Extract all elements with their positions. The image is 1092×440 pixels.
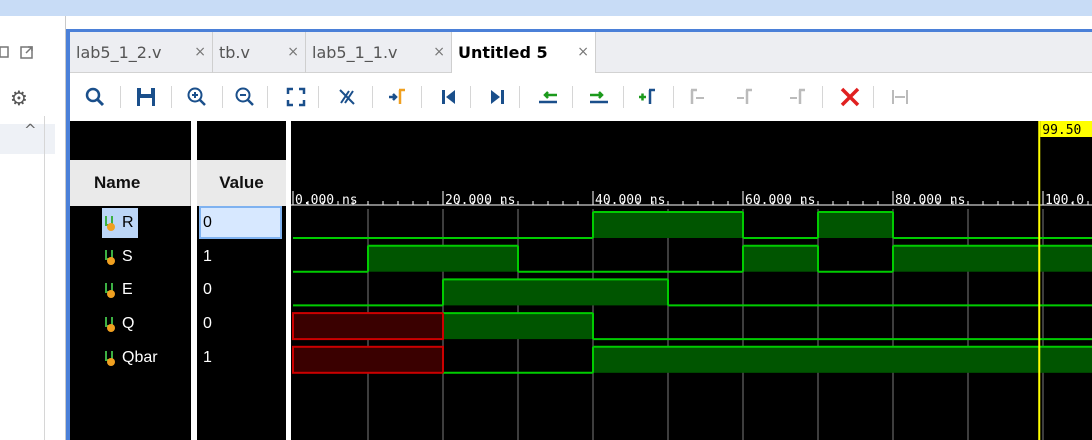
signal-name-label: Q bbox=[122, 315, 135, 333]
ruler-tick-label: 40.000 ns bbox=[595, 193, 665, 208]
swap-cursors-icon[interactable] bbox=[885, 82, 915, 112]
value-column-header[interactable]: Value bbox=[197, 160, 286, 206]
toolbar-separator bbox=[372, 86, 373, 108]
snap-marker-icon[interactable] bbox=[783, 82, 813, 112]
panel-scrollbar[interactable] bbox=[44, 116, 45, 440]
chevron-up-icon[interactable]: ^ bbox=[24, 121, 37, 139]
ruler-tick-label: 60.000 ns bbox=[745, 193, 815, 208]
toolbar-separator bbox=[120, 86, 121, 108]
close-icon[interactable]: × bbox=[287, 32, 299, 73]
signal-value[interactable]: 0 bbox=[203, 208, 212, 238]
toolbar-separator bbox=[318, 86, 319, 108]
panel-window-controls[interactable] bbox=[0, 44, 44, 62]
ruler-tick-label: 80.000 ns bbox=[895, 193, 965, 208]
ruler-tick-label: 100.0 bbox=[1045, 193, 1084, 208]
toolbar-separator bbox=[873, 86, 874, 108]
search-icon[interactable] bbox=[80, 82, 110, 112]
signal-name[interactable]: R bbox=[102, 208, 138, 238]
cursor-time-label: 99.50 bbox=[1042, 123, 1081, 138]
close-icon[interactable]: × bbox=[433, 32, 445, 73]
signal-name[interactable]: S bbox=[104, 242, 133, 272]
waveform-segment-high bbox=[818, 212, 893, 238]
scope-panel: ⚙ ^ bbox=[0, 16, 66, 440]
next-marker-icon[interactable] bbox=[730, 82, 760, 112]
signal-icon bbox=[105, 216, 115, 231]
window-title-strip bbox=[0, 0, 1092, 16]
waveform-segment-high bbox=[743, 245, 818, 272]
waveform-segment-high bbox=[593, 346, 1092, 373]
go-to-time-icon[interactable] bbox=[382, 82, 412, 112]
waveform-segment-high bbox=[443, 313, 593, 340]
waveform-segment-unknown bbox=[292, 345, 444, 374]
waveform-segment-high bbox=[893, 245, 1092, 272]
tab-lab5-1-1[interactable]: lab5_1_1.v × bbox=[306, 32, 452, 73]
add-marker-icon[interactable] bbox=[632, 82, 662, 112]
signal-name-label: S bbox=[122, 247, 133, 265]
tab-untitled-5[interactable]: Untitled 5 × bbox=[452, 32, 596, 73]
editor-tab-bar: lab5_1_2.v × tb.v × lab5_1_1.v × Untitle… bbox=[70, 32, 1092, 73]
signal-icon bbox=[105, 350, 115, 366]
signal-name-label: E bbox=[122, 281, 133, 299]
signal-icon bbox=[105, 283, 115, 299]
signal-name[interactable]: Qbar bbox=[104, 343, 158, 373]
previous-transition-icon[interactable] bbox=[533, 82, 563, 112]
signal-value[interactable]: 0 bbox=[203, 309, 212, 339]
save-icon[interactable] bbox=[131, 82, 161, 112]
waveform-segment-high bbox=[368, 245, 518, 272]
signal-name[interactable]: Q bbox=[104, 309, 134, 339]
toolbar-separator bbox=[673, 86, 674, 108]
toolbar-separator bbox=[470, 86, 471, 108]
zoom-fit-icon[interactable] bbox=[281, 82, 311, 112]
waveform-window: ⚙ ^ lab5_1_2.v × tb.v × lab5_1_1.v × Unt… bbox=[0, 0, 1092, 440]
previous-marker-icon[interactable] bbox=[682, 82, 712, 112]
name-column-header[interactable]: Name bbox=[70, 160, 191, 206]
waveform-segment-unknown bbox=[292, 312, 444, 341]
tab-label: lab5_1_2.v bbox=[76, 43, 162, 62]
close-icon[interactable]: × bbox=[194, 32, 206, 73]
tab-tb[interactable]: tb.v × bbox=[213, 32, 306, 73]
tab-label: Untitled 5 bbox=[458, 43, 548, 62]
signal-value[interactable]: 1 bbox=[203, 343, 212, 373]
toolbar-separator bbox=[421, 86, 422, 108]
zoom-out-icon[interactable] bbox=[230, 82, 260, 112]
signal-value[interactable]: 1 bbox=[203, 242, 212, 272]
toolbar-separator bbox=[267, 86, 268, 108]
cursor-icon[interactable] bbox=[332, 82, 362, 112]
close-icon[interactable]: × bbox=[577, 32, 589, 73]
waveform-toolbar bbox=[70, 74, 1092, 120]
tab-label: tb.v bbox=[219, 43, 250, 62]
waveform-segment-high bbox=[593, 212, 743, 238]
toolbar-separator bbox=[519, 86, 520, 108]
delete-icon[interactable] bbox=[835, 82, 865, 112]
toolbar-separator bbox=[171, 86, 172, 108]
tab-lab5-1-2[interactable]: lab5_1_2.v × bbox=[70, 32, 213, 73]
signal-name-label: Qbar bbox=[122, 348, 158, 366]
toolbar-separator bbox=[623, 86, 624, 108]
toolbar-separator bbox=[572, 86, 573, 108]
signal-name[interactable]: E bbox=[104, 275, 133, 305]
gear-icon[interactable]: ⚙ bbox=[10, 86, 28, 110]
ruler-tick-label: 0.000 ns bbox=[295, 193, 358, 208]
waveform-segment-high bbox=[443, 279, 668, 306]
go-to-start-icon[interactable] bbox=[434, 82, 464, 112]
signal-icon bbox=[105, 249, 115, 265]
signal-value[interactable]: 0 bbox=[203, 275, 212, 305]
zoom-in-icon[interactable] bbox=[182, 82, 212, 112]
toolbar-separator bbox=[822, 86, 823, 108]
signal-name-label: R bbox=[122, 214, 134, 231]
toolbar-separator bbox=[222, 86, 223, 108]
ruler-tick-label: 20.000 ns bbox=[445, 193, 515, 208]
waveform-plot[interactable]: 0.000 ns 20.000 ns 40.000 ns 60.000 ns 80.00… bbox=[291, 121, 1092, 440]
go-to-end-icon[interactable] bbox=[482, 82, 512, 112]
signal-icon bbox=[105, 317, 115, 333]
next-transition-icon[interactable] bbox=[584, 82, 614, 112]
tab-label: lab5_1_1.v bbox=[312, 43, 398, 62]
